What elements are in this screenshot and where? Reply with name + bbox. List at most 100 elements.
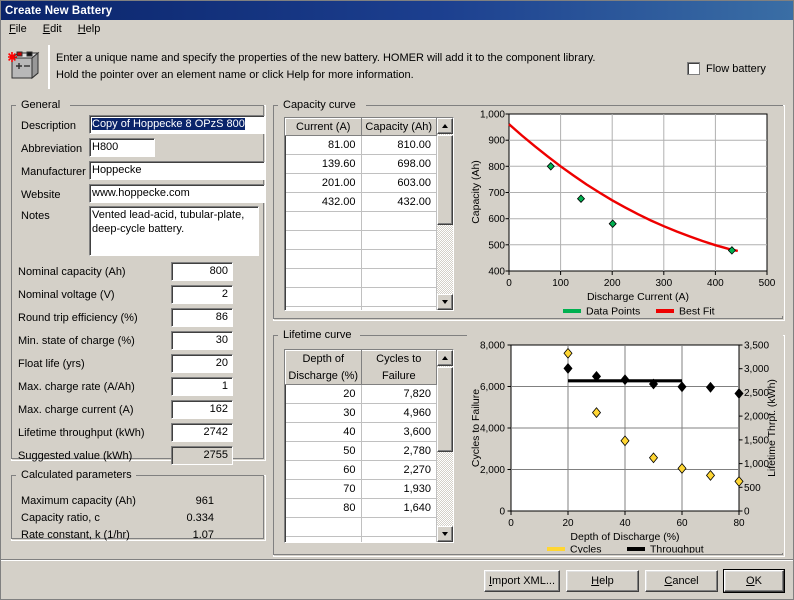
svg-text:Cycles: Cycles [570,544,602,554]
table-row-empty[interactable] [285,211,437,231]
table-row-empty[interactable] [285,268,437,288]
svg-text:0: 0 [499,507,505,518]
table-cell[interactable] [361,517,437,537]
menu-file[interactable]: File [1,22,35,36]
table-cell[interactable] [361,536,437,542]
table-row[interactable]: 201.00 603.00 [285,173,437,193]
table-cell[interactable]: 50 [285,441,362,461]
capacity-table-scroll-thumb[interactable] [437,135,453,225]
min-state-of-charge-input[interactable]: 30 [171,331,233,350]
table-row[interactable]: 80 1,640 [285,498,437,518]
table-cell[interactable] [361,268,437,288]
import-xml-button[interactable]: Import XML... [484,570,560,592]
table-row-empty[interactable] [285,536,437,542]
manufacturer-label: Manufacturer [21,166,86,178]
table-cell[interactable]: 30 [285,403,362,423]
lifetime-throughput-input[interactable]: 2742 [171,423,233,442]
capacity-table-scroll-up-icon[interactable] [437,118,453,134]
capacity-table-scroll-down-icon[interactable] [437,294,453,310]
table-cell[interactable] [361,211,437,231]
table-cell[interactable]: 20 [285,384,362,404]
table-cell[interactable]: 2,780 [361,441,437,461]
table-cell[interactable]: 60 [285,460,362,480]
lifetime-chart-legend: Cycles Throughput [547,544,704,554]
capacity-table-scrollbar[interactable] [437,118,453,310]
table-cell[interactable]: 432.00 [361,192,437,212]
table-cell[interactable] [285,211,362,231]
lifetime-table-scrollbar[interactable] [437,350,453,542]
table-row[interactable]: 432.00 432.00 [285,192,437,212]
table-row[interactable]: 30 4,960 [285,403,437,423]
table-cell[interactable]: 40 [285,422,362,442]
table-cell[interactable] [285,287,362,307]
capacity-curve-table[interactable]: Current (A) Capacity (Ah) 81.00 810.00 139… [284,117,454,311]
table-row[interactable]: 81.00 810.00 [285,135,437,155]
table-cell[interactable]: 810.00 [361,135,437,155]
table-cell[interactable]: 4,960 [361,403,437,423]
table-cell[interactable] [285,306,362,310]
table-cell[interactable]: 81.00 [285,135,362,155]
table-row-empty[interactable] [285,306,437,310]
table-cell[interactable]: 1,640 [361,498,437,518]
cancel-button[interactable]: Cancel [645,570,718,592]
table-row[interactable]: 60 2,270 [285,460,437,480]
lifetime-table-scroll-up-icon[interactable] [437,350,453,366]
table-cell[interactable]: 3,600 [361,422,437,442]
table-row[interactable]: 40 3,600 [285,422,437,442]
abbreviation-input[interactable]: H800 [89,138,155,157]
table-cell[interactable]: 139.60 [285,154,362,174]
table-row[interactable]: 20 7,820 [285,384,437,404]
create-new-battery-dialog: Create New Battery File Edit Help Enter … [0,0,794,600]
menu-edit[interactable]: Edit [35,22,70,36]
table-cell[interactable]: 432.00 [285,192,362,212]
lifetime-curve-table[interactable]: Depth of Cycles to Discharge (%) Failure… [284,349,454,543]
nominal-capacity-input[interactable]: 800 [171,262,233,281]
table-cell[interactable]: 1,930 [361,479,437,499]
ok-button[interactable]: OK [723,569,785,593]
button-bar-separator [1,559,793,561]
suggested-value-label: Suggested value (kWh) [18,450,133,462]
website-input[interactable]: www.hoppecke.com [89,184,265,203]
lifetime-table-scroll-thumb[interactable] [437,367,453,452]
description-input[interactable]: Copy of Hoppecke 8 OPzS 800 [89,115,265,134]
menu-help[interactable]: Help [70,22,109,36]
table-cell[interactable] [285,536,362,542]
lifetime-col-depth-line1: Depth of [285,350,362,368]
table-cell[interactable] [285,268,362,288]
table-cell[interactable]: 7,820 [361,384,437,404]
table-row-empty[interactable] [285,249,437,269]
table-cell[interactable]: 70 [285,479,362,499]
table-cell[interactable]: 698.00 [361,154,437,174]
table-row-empty[interactable] [285,517,437,537]
manufacturer-input[interactable]: Hoppecke [89,161,265,180]
nominal-voltage-input[interactable]: 2 [171,285,233,304]
max-charge-current-input[interactable]: 162 [171,400,233,419]
svg-text:500: 500 [488,240,505,251]
table-cell[interactable] [285,249,362,269]
round-trip-efficiency-input[interactable]: 86 [171,308,233,327]
table-row-empty[interactable] [285,287,437,307]
max-charge-rate-input[interactable]: 1 [171,377,233,396]
notes-input[interactable]: Vented lead-acid, tubular-plate, deep-cy… [89,206,259,256]
table-cell[interactable]: 2,270 [361,460,437,480]
svg-text:0: 0 [506,278,512,289]
lifetime-table-scroll-down-icon[interactable] [437,526,453,542]
table-cell[interactable]: 80 [285,498,362,518]
table-cell[interactable] [285,517,362,537]
table-cell[interactable]: 603.00 [361,173,437,193]
table-cell[interactable] [361,249,437,269]
table-cell[interactable]: 201.00 [285,173,362,193]
help-button[interactable]: Help [566,570,639,592]
table-row[interactable]: 50 2,780 [285,441,437,461]
float-life-input[interactable]: 20 [171,354,233,373]
flow-battery-checkbox[interactable]: Flow battery [687,62,766,75]
svg-text:60: 60 [676,518,688,529]
table-cell[interactable] [361,306,437,310]
table-cell[interactable] [361,287,437,307]
table-cell[interactable] [361,230,437,250]
table-row[interactable]: 70 1,930 [285,479,437,499]
table-row[interactable]: 139.60 698.00 [285,154,437,174]
table-cell[interactable] [285,230,362,250]
table-row-empty[interactable] [285,230,437,250]
flow-battery-checkbox-box[interactable] [687,62,700,75]
